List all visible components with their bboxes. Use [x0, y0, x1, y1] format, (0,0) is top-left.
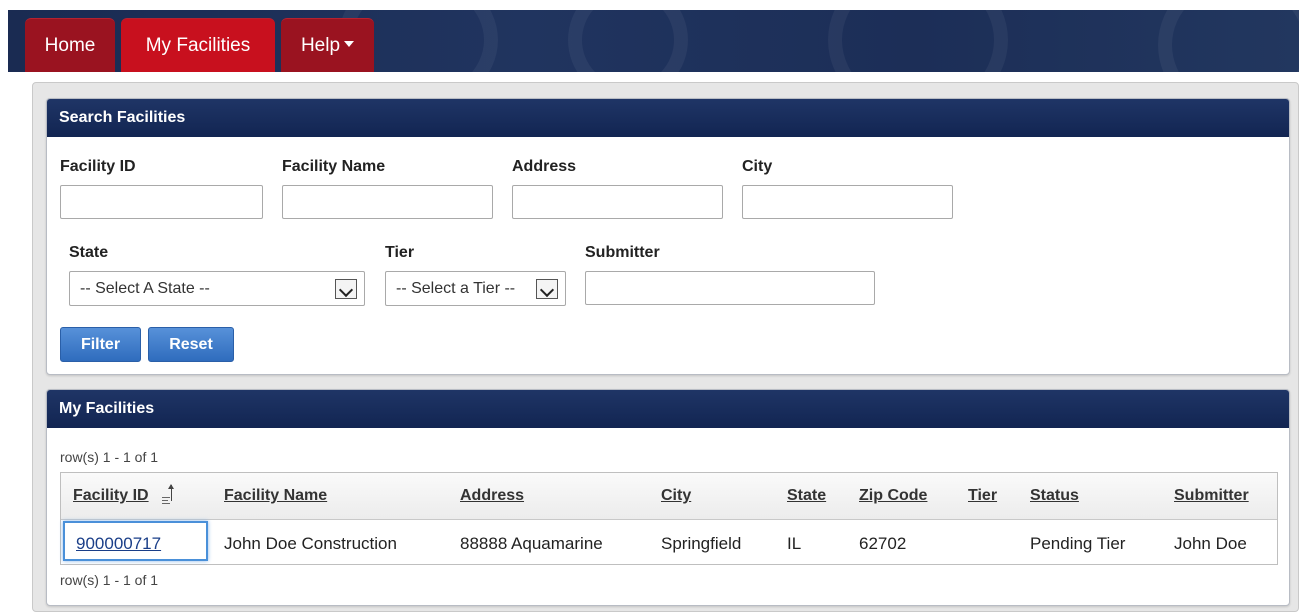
tab-help-label: Help — [300, 35, 341, 56]
tab-my-facilities[interactable]: My Facilities — [121, 18, 275, 72]
address-input[interactable] — [512, 185, 723, 219]
city-input[interactable] — [742, 185, 953, 219]
tier-label: Tier — [385, 244, 415, 261]
column-header-state[interactable]: State — [787, 487, 826, 505]
tab-my-facilities-label: My Facilities — [145, 35, 251, 56]
facility-name-input[interactable] — [282, 185, 493, 219]
top-banner: Home My Facilities Help — [0, 0, 1299, 72]
facility-id-label: Facility ID — [60, 158, 136, 175]
zip-code-cell: 62702 — [859, 534, 907, 553]
chevron-down-icon[interactable] — [536, 279, 558, 299]
reset-button[interactable]: Reset — [148, 327, 234, 362]
sort-ascending-icon[interactable] — [162, 484, 176, 505]
facilities-panel-title: My Facilities — [47, 390, 1289, 428]
column-header-address[interactable]: Address — [460, 487, 524, 505]
facility-name-cell: John Doe Construction — [224, 534, 397, 553]
tier-select[interactable]: -- Select a Tier -- — [385, 271, 566, 306]
tab-home-label: Home — [44, 35, 96, 56]
submitter-label: Submitter — [585, 244, 660, 261]
column-header-submitter[interactable]: Submitter — [1174, 487, 1249, 505]
facilities-table: Facility ID Facility Name Address City S… — [60, 472, 1278, 565]
state-label: State — [69, 244, 109, 261]
facility-id-input[interactable] — [60, 185, 263, 219]
facilities-panel: My Facilities row(s) 1 - 1 of 1 Facility… — [46, 389, 1290, 606]
search-panel: Search Facilities Facility ID Facility N… — [46, 98, 1290, 375]
search-panel-title: Search Facilities — [47, 99, 1289, 137]
status-cell: Pending Tier — [1030, 534, 1126, 553]
address-label: Address — [512, 158, 577, 175]
facility-id-link[interactable]: 900000717 — [76, 534, 161, 554]
submitter-input[interactable] — [585, 271, 875, 305]
table-header: Facility ID Facility Name Address City S… — [61, 473, 1277, 520]
column-header-zip-code[interactable]: Zip Code — [859, 487, 927, 505]
city-label: City — [742, 158, 773, 175]
state-select-value: -- Select A State -- — [80, 280, 210, 297]
chevron-down-icon — [344, 41, 355, 48]
column-header-facility-name[interactable]: Facility Name — [224, 487, 327, 505]
facility-name-label: Facility Name — [282, 158, 386, 175]
filter-button[interactable]: Filter — [60, 327, 141, 362]
column-header-facility-id[interactable]: Facility ID — [73, 487, 149, 505]
column-header-label: Facility ID — [73, 487, 149, 504]
row-count-top: row(s) 1 - 1 of 1 — [60, 449, 159, 465]
row-count-bottom: row(s) 1 - 1 of 1 — [60, 572, 159, 588]
chevron-down-icon[interactable] — [335, 279, 357, 299]
state-cell: IL — [787, 534, 802, 553]
tab-home[interactable]: Home — [25, 18, 115, 72]
state-select[interactable]: -- Select A State -- — [69, 271, 365, 306]
column-header-status[interactable]: Status — [1030, 487, 1079, 505]
address-cell: 88888 Aquamarine — [460, 534, 603, 553]
tier-select-value: -- Select a Tier -- — [396, 280, 516, 297]
tab-help[interactable]: Help — [281, 18, 374, 72]
city-cell: Springfield — [661, 534, 742, 553]
column-header-city[interactable]: City — [661, 487, 691, 505]
column-header-tier[interactable]: Tier — [968, 487, 997, 505]
facility-id-cell: 900000717 — [63, 521, 208, 561]
submitter-cell: John Doe — [1174, 534, 1247, 553]
